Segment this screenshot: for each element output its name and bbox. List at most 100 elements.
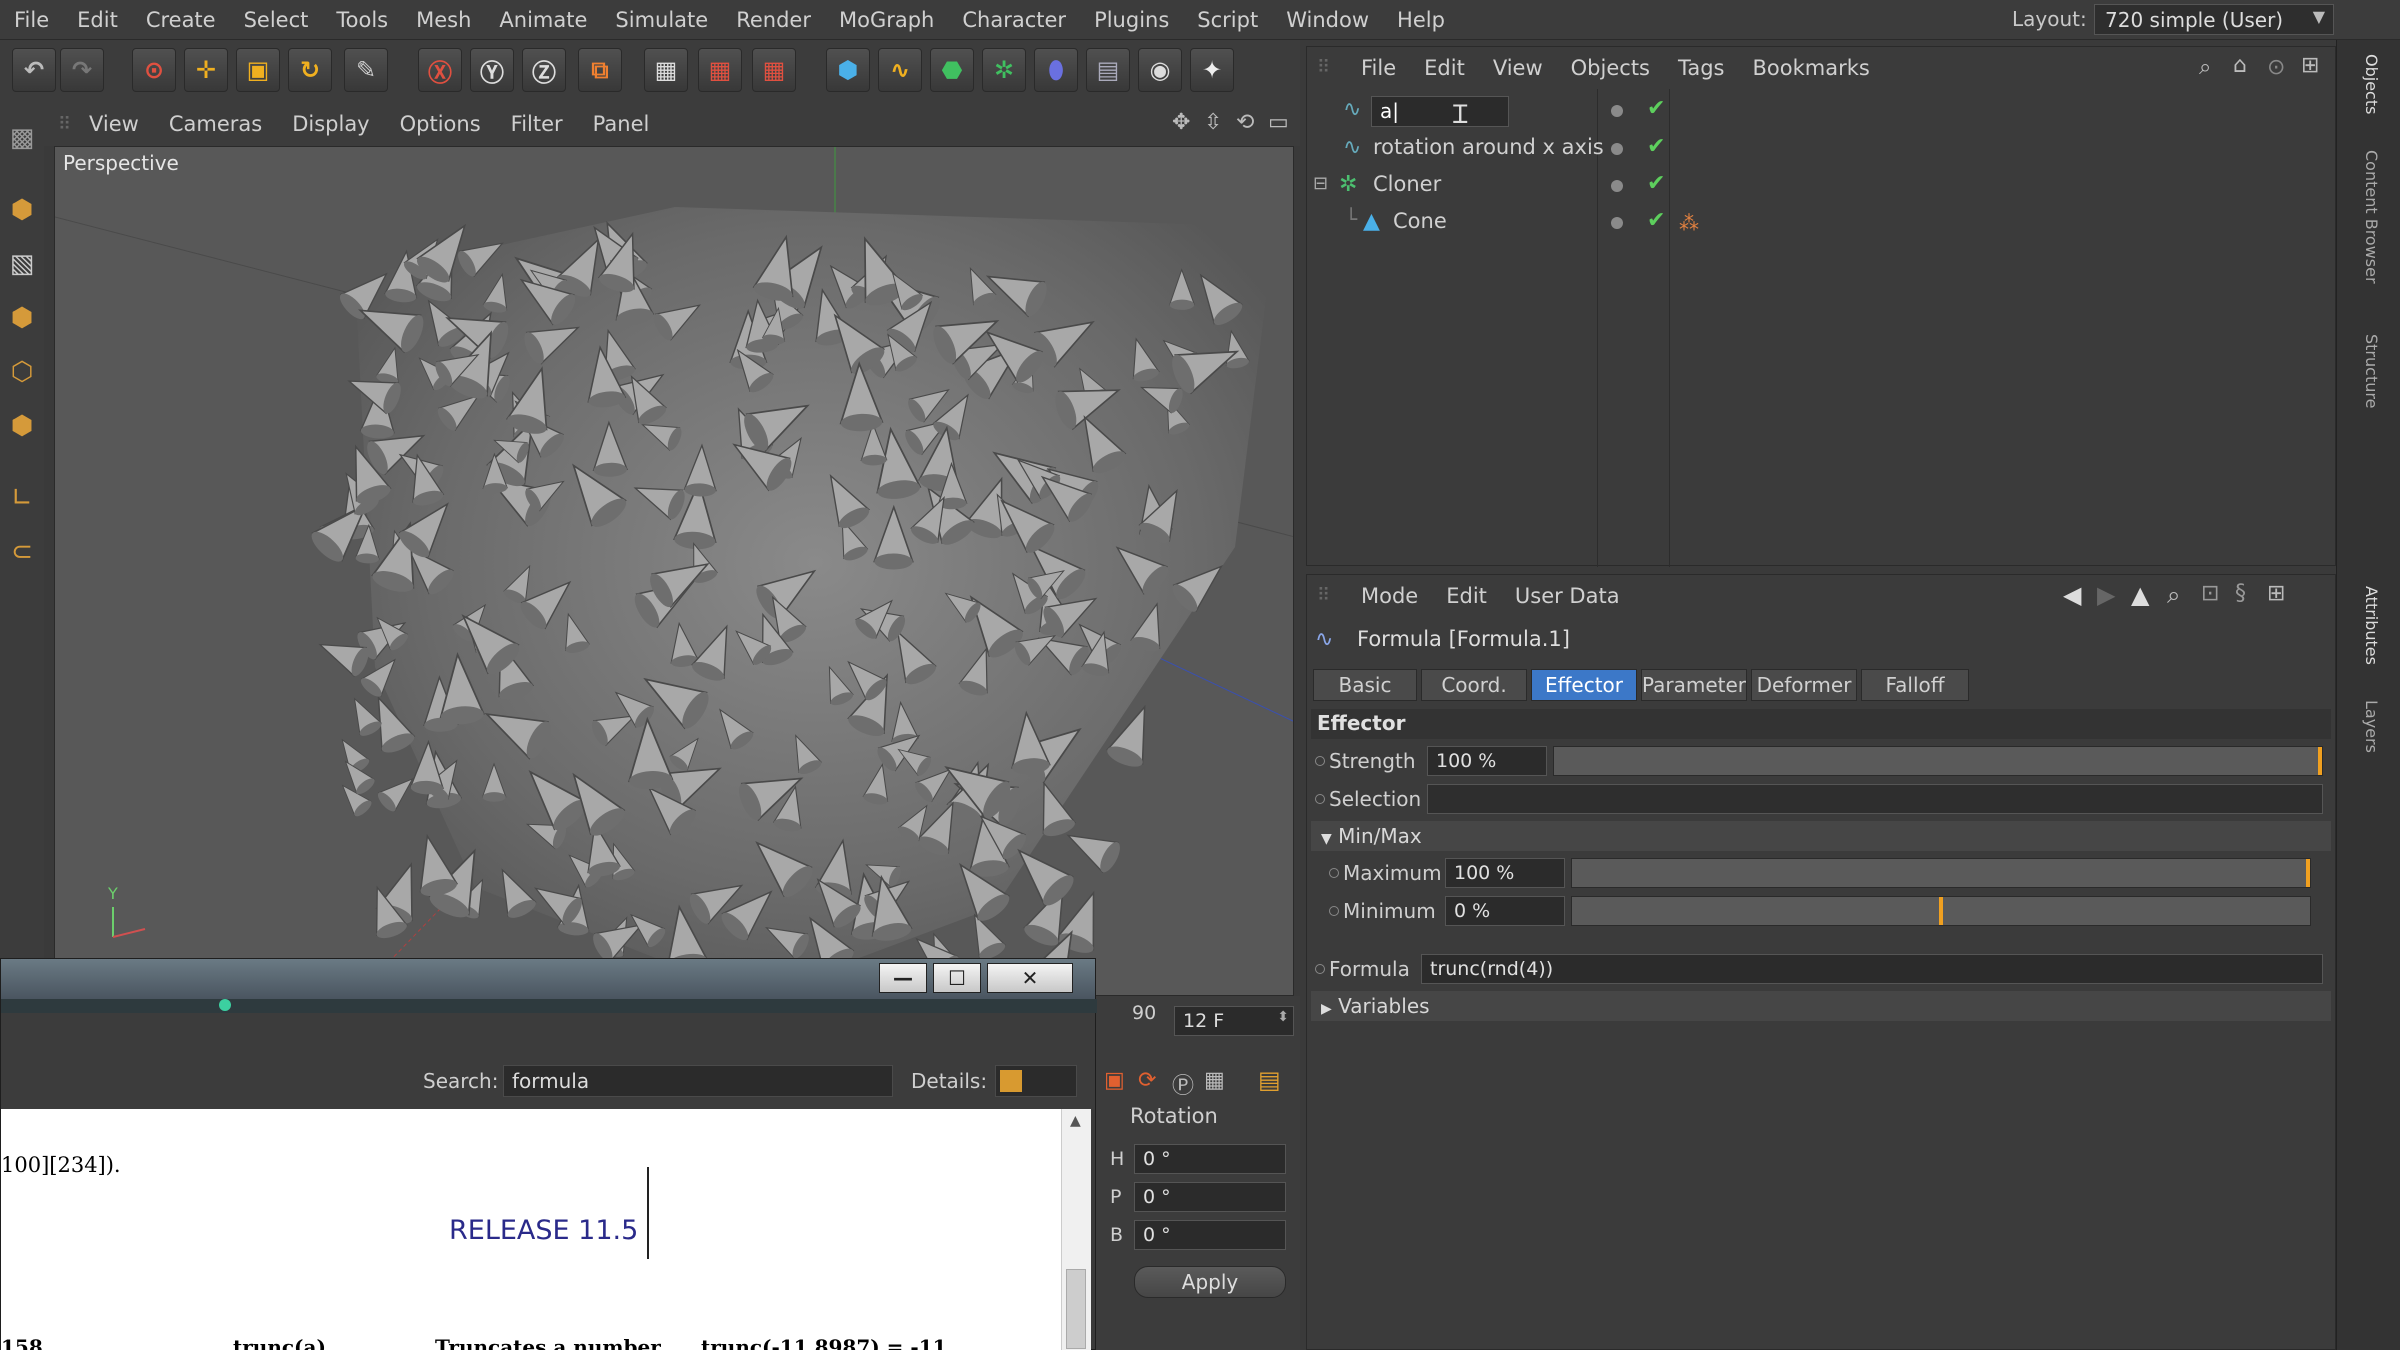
menu-character[interactable]: Character bbox=[948, 8, 1080, 32]
viewport-menu-panel[interactable]: Panel bbox=[578, 112, 665, 136]
viewport-menu-options[interactable]: Options bbox=[385, 112, 496, 136]
snap-icon[interactable]: ⊂ bbox=[2, 530, 42, 574]
collapse-icon[interactable]: ⊟ bbox=[1313, 173, 1328, 194]
points-mode-icon[interactable]: ⬢ bbox=[2, 296, 42, 340]
h-field[interactable]: 0 ° bbox=[1134, 1144, 1286, 1174]
scroll-up-icon[interactable]: ▲ bbox=[1070, 1113, 1081, 1129]
enabled-check-icon[interactable]: ✔ bbox=[1647, 134, 1665, 159]
maximize-button[interactable]: ☐ bbox=[933, 963, 981, 993]
polygons-mode-icon[interactable]: ⬢ bbox=[2, 404, 42, 448]
minimize-button[interactable]: — bbox=[879, 963, 927, 993]
spline-icon[interactable]: ∿ bbox=[878, 48, 922, 92]
cube-primitive-icon[interactable]: ⬢ bbox=[826, 48, 870, 92]
p-field[interactable]: 0 ° bbox=[1134, 1182, 1286, 1212]
object-row-formula-renaming[interactable]: ∿ a| Ɪ ✔ bbox=[1307, 93, 2335, 130]
up-arrow-icon[interactable]: ▲ bbox=[2131, 581, 2149, 609]
help-scrollbar[interactable]: ▲ bbox=[1061, 1109, 1091, 1350]
deformer-icon[interactable]: ⬮ bbox=[1034, 48, 1078, 92]
array-icon[interactable]: ✲ bbox=[982, 48, 1026, 92]
visibility-dot[interactable] bbox=[1611, 143, 1623, 155]
light-icon[interactable]: ✦ bbox=[1190, 48, 1234, 92]
tab-parameter[interactable]: Parameter bbox=[1641, 669, 1747, 701]
new-panel-icon[interactable]: ⊞ bbox=[2267, 581, 2285, 606]
render-settings-icon[interactable]: ▦ bbox=[752, 48, 796, 92]
scroll-thumb[interactable] bbox=[1066, 1269, 1086, 1349]
am-menu-user-data[interactable]: User Data bbox=[1501, 584, 1634, 608]
details-slider[interactable] bbox=[995, 1065, 1077, 1097]
menu-mesh[interactable]: Mesh bbox=[402, 8, 485, 32]
visibility-dot[interactable] bbox=[1611, 105, 1623, 117]
om-menu-tags[interactable]: Tags bbox=[1664, 56, 1739, 80]
om-menu-edit[interactable]: Edit bbox=[1410, 56, 1479, 80]
scale-icon[interactable]: ▣ bbox=[236, 48, 280, 92]
rotate-view-icon[interactable]: ⟲ bbox=[1236, 110, 1254, 135]
menu-create[interactable]: Create bbox=[132, 8, 230, 32]
menu-tools[interactable]: Tools bbox=[322, 8, 402, 32]
render-picture-viewer-icon[interactable]: ▦ bbox=[698, 48, 742, 92]
menu-animate[interactable]: Animate bbox=[485, 8, 601, 32]
viewport-menu-display[interactable]: Display bbox=[277, 112, 384, 136]
vtab-objects[interactable]: Objects bbox=[2351, 54, 2381, 114]
object-row-cone[interactable]: └ ▲ Cone ✔ ⁂ bbox=[1307, 205, 2335, 242]
close-button[interactable]: ✕ bbox=[987, 963, 1073, 993]
maximum-slider-handle[interactable] bbox=[2306, 859, 2310, 887]
tab-basic[interactable]: Basic bbox=[1313, 669, 1417, 701]
redo-icon[interactable]: ↷ bbox=[60, 48, 104, 92]
help-search-input[interactable]: formula bbox=[503, 1065, 893, 1097]
viewport-menu-view[interactable]: View bbox=[74, 112, 154, 136]
edges-mode-icon[interactable]: ⬡ bbox=[2, 350, 42, 394]
axis-mode-icon[interactable]: ∟ bbox=[2, 476, 42, 520]
vtab-attributes[interactable]: Attributes bbox=[2351, 586, 2381, 665]
am-menu-mode[interactable]: Mode bbox=[1347, 584, 1432, 608]
menu-simulate[interactable]: Simulate bbox=[601, 8, 722, 32]
view-toggle-icon[interactable]: ⊙ bbox=[2267, 55, 2285, 80]
camera-icon[interactable]: ◉ bbox=[1138, 48, 1182, 92]
search-icon[interactable]: ⌕ bbox=[2167, 581, 2180, 609]
menu-help[interactable]: Help bbox=[1383, 8, 1459, 32]
record-icon[interactable]: ▤ bbox=[1258, 1066, 1281, 1094]
vtab-content-browser[interactable]: Content Browser bbox=[2351, 150, 2381, 284]
menu-render[interactable]: Render bbox=[722, 8, 825, 32]
tab-falloff[interactable]: Falloff bbox=[1861, 669, 1969, 701]
am-menu-edit[interactable]: Edit bbox=[1432, 584, 1501, 608]
parking-icon[interactable]: Ⓟ bbox=[1172, 1068, 1194, 1100]
keyframe-radio[interactable] bbox=[1315, 964, 1325, 974]
menu-window[interactable]: Window bbox=[1272, 8, 1383, 32]
b-field[interactable]: 0 ° bbox=[1134, 1220, 1286, 1250]
forward-arrow-icon[interactable]: ▶ bbox=[2097, 581, 2115, 609]
object-row-rotation[interactable]: ∿ rotation around x axis ✔ bbox=[1307, 131, 2335, 168]
om-menu-bookmarks[interactable]: Bookmarks bbox=[1739, 56, 1884, 80]
y-axis-lock-icon[interactable]: Ⓨ bbox=[470, 48, 514, 92]
coord-tool-icon[interactable]: ▣ bbox=[1104, 1068, 1125, 1093]
enabled-check-icon[interactable]: ✔ bbox=[1647, 208, 1665, 233]
keyframe-radio[interactable] bbox=[1329, 868, 1339, 878]
make-editable-icon[interactable]: ▩ bbox=[2, 116, 42, 160]
om-menu-view[interactable]: View bbox=[1479, 56, 1557, 80]
menu-plugins[interactable]: Plugins bbox=[1080, 8, 1183, 32]
object-row-cloner[interactable]: ⊟ ✲ Cloner ✔ bbox=[1307, 168, 2335, 205]
keyframe-radio[interactable] bbox=[1329, 906, 1339, 916]
enabled-check-icon[interactable]: ✔ bbox=[1647, 171, 1665, 196]
link-icon[interactable]: § bbox=[2235, 581, 2246, 606]
grid-icon[interactable]: ▦ bbox=[1204, 1068, 1225, 1093]
undo-icon[interactable]: ↶ bbox=[12, 48, 56, 92]
maximum-slider[interactable] bbox=[1571, 858, 2311, 888]
minimum-slider[interactable] bbox=[1571, 896, 2311, 926]
perspective-viewport[interactable]: Y Perspective bbox=[54, 146, 1294, 996]
menu-select[interactable]: Select bbox=[230, 8, 323, 32]
help-window-titlebar[interactable]: — ☐ ✕ bbox=[1, 959, 1095, 999]
vtab-structure[interactable]: Structure bbox=[2351, 334, 2381, 408]
keyframe-radio[interactable] bbox=[1315, 756, 1325, 766]
tab-coord[interactable]: Coord. bbox=[1421, 669, 1527, 701]
toggle-view-icon[interactable]: ▭ bbox=[1268, 110, 1289, 135]
viewport-menu-cameras[interactable]: Cameras bbox=[154, 112, 277, 136]
minimum-slider-handle[interactable] bbox=[1939, 897, 1943, 925]
lock-icon[interactable]: ⊡ bbox=[2201, 581, 2219, 606]
visibility-dot[interactable] bbox=[1611, 180, 1623, 192]
viewport-menu-filter[interactable]: Filter bbox=[496, 112, 578, 136]
rotate-icon[interactable]: ↻ bbox=[288, 48, 332, 92]
model-mode-icon[interactable]: ⬢ bbox=[2, 188, 42, 232]
render-view-icon[interactable]: ▦ bbox=[644, 48, 688, 92]
om-menu-objects[interactable]: Objects bbox=[1557, 56, 1664, 80]
new-panel-icon[interactable]: ⊞ bbox=[2301, 53, 2319, 78]
